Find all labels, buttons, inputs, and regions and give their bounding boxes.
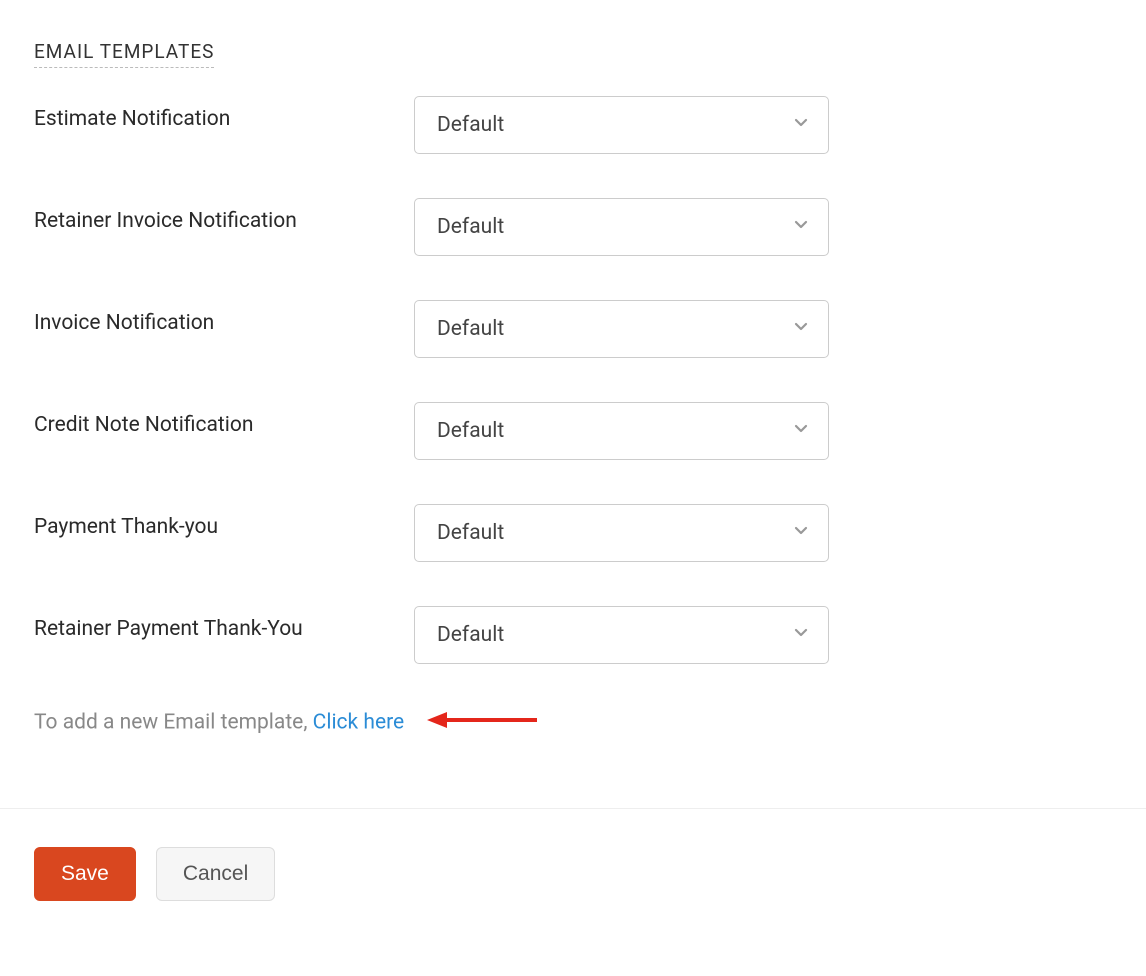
section-title: EMAIL TEMPLATES <box>34 40 214 68</box>
helper-prefix: To add a new Email template, <box>34 711 313 735</box>
select-retainer-invoice-notification[interactable]: Default <box>414 198 829 256</box>
field-retainer-payment-thank-you: Retainer Payment Thank-You Default <box>34 606 1112 664</box>
button-bar: Save Cancel <box>34 847 1112 901</box>
select-value[interactable]: Default <box>414 606 829 664</box>
select-estimate-notification[interactable]: Default <box>414 96 829 154</box>
select-value[interactable]: Default <box>414 96 829 154</box>
select-invoice-notification[interactable]: Default <box>414 300 829 358</box>
select-credit-note-notification[interactable]: Default <box>414 402 829 460</box>
field-label: Estimate Notification <box>34 96 414 136</box>
field-label: Invoice Notification <box>34 300 414 340</box>
field-invoice-notification: Invoice Notification Default <box>34 300 1112 358</box>
field-credit-note-notification: Credit Note Notification Default <box>34 402 1112 460</box>
save-button[interactable]: Save <box>34 847 136 901</box>
field-retainer-invoice-notification: Retainer Invoice Notification Default <box>34 198 1112 256</box>
field-label: Credit Note Notification <box>34 402 414 442</box>
add-template-link[interactable]: Click here <box>313 711 405 735</box>
divider <box>0 808 1146 809</box>
select-value[interactable]: Default <box>414 198 829 256</box>
select-value[interactable]: Default <box>414 504 829 562</box>
field-payment-thank-you: Payment Thank-you Default <box>34 504 1112 562</box>
helper-text: To add a new Email template, Click here <box>34 708 1112 738</box>
cancel-button[interactable]: Cancel <box>156 847 275 901</box>
arrow-annotation-icon <box>427 708 537 738</box>
field-label: Retainer Payment Thank-You <box>34 606 414 646</box>
select-value[interactable]: Default <box>414 402 829 460</box>
select-retainer-payment-thank-you[interactable]: Default <box>414 606 829 664</box>
select-payment-thank-you[interactable]: Default <box>414 504 829 562</box>
field-estimate-notification: Estimate Notification Default <box>34 96 1112 154</box>
field-label: Payment Thank-you <box>34 504 414 544</box>
select-value[interactable]: Default <box>414 300 829 358</box>
field-label: Retainer Invoice Notification <box>34 198 414 238</box>
